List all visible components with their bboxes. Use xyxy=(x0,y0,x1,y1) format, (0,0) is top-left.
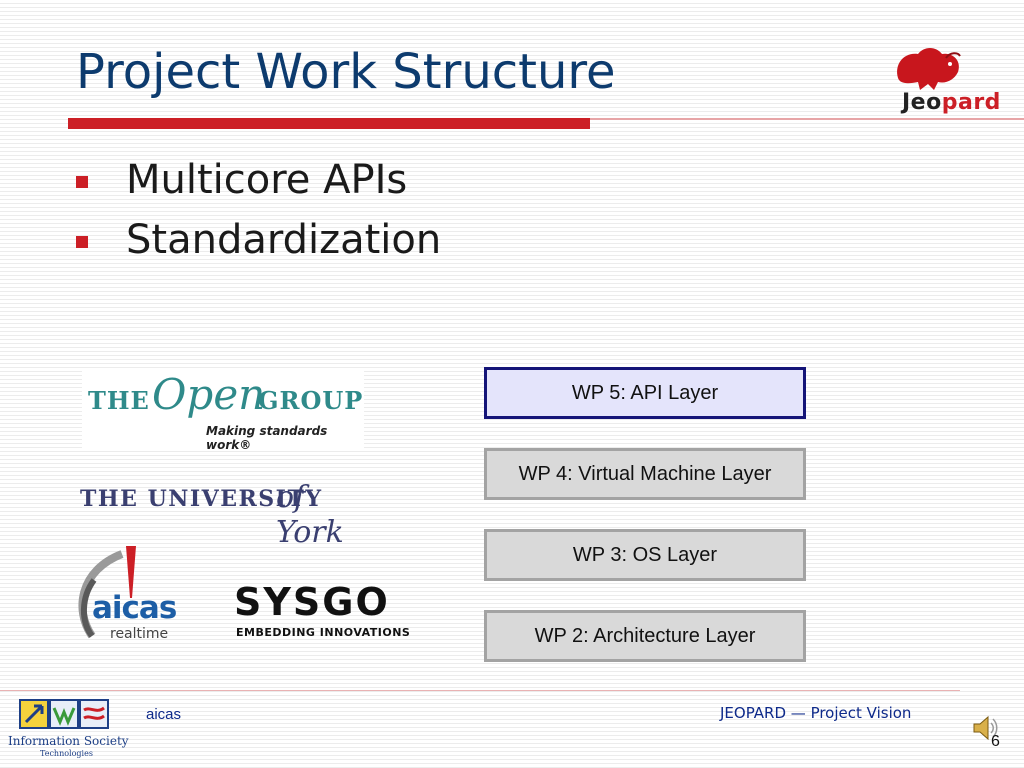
sysgo-logo: SYSGO EMBEDDING INNOVATIONS xyxy=(232,580,422,646)
open-group-tagline: Making standards work® xyxy=(206,424,328,452)
page-number: 6 xyxy=(991,733,1000,750)
aicas-sub: realtime xyxy=(110,626,169,642)
bullet-text: Multicore APIs xyxy=(126,157,408,203)
wp3-os-layer: WP 3: OS Layer xyxy=(484,529,806,581)
jeopard-logo: Jeopard xyxy=(880,44,1012,122)
open-group-logo: THE Open GROUP Making standards work® xyxy=(82,368,364,452)
york-of-york: of York xyxy=(276,480,344,550)
title-underline xyxy=(68,118,590,129)
footer-right: JEOPARD — Project Vision xyxy=(720,704,912,722)
wp5-api-layer: WP 5: API Layer xyxy=(484,367,806,419)
slide: Project Work Structure Jeopard Multicore… xyxy=(0,0,1024,768)
sysgo-name: SYSGO xyxy=(234,580,390,624)
wp4-virtual-machine-layer: WP 4: Virtual Machine Layer xyxy=(484,448,806,500)
bullet-square-icon xyxy=(76,236,88,248)
aicas-name: aicas xyxy=(92,590,177,626)
bullet-square-icon xyxy=(76,176,88,188)
sysgo-sub: EMBEDDING INNOVATIONS xyxy=(236,626,411,639)
ist-line2: Technologies xyxy=(40,749,93,758)
open-group-group: GROUP xyxy=(258,386,364,415)
wp2-architecture-layer: WP 2: Architecture Layer xyxy=(484,610,806,662)
jeopard-wordmark-part1: Jeo xyxy=(902,90,942,115)
open-group-open: Open xyxy=(152,370,266,419)
open-group-the: THE xyxy=(88,386,150,415)
ist-line1: Information Society xyxy=(8,734,129,748)
jeopard-wordmark: Jeopard xyxy=(902,90,1001,115)
york-logo: THE UNIVERSITY of York xyxy=(80,478,370,550)
bullet-text: Standardization xyxy=(126,217,442,263)
jeopard-wordmark-part2: pard xyxy=(941,90,1001,115)
ist-icon xyxy=(19,699,109,729)
aicas-logo: aicas realtime xyxy=(70,540,210,650)
ist-logo: Information Society Technologies xyxy=(6,696,129,762)
slide-title: Project Work Structure xyxy=(76,44,616,100)
footer-rule xyxy=(0,690,960,691)
bison-icon xyxy=(897,48,961,90)
footer-left: aicas xyxy=(146,706,182,723)
